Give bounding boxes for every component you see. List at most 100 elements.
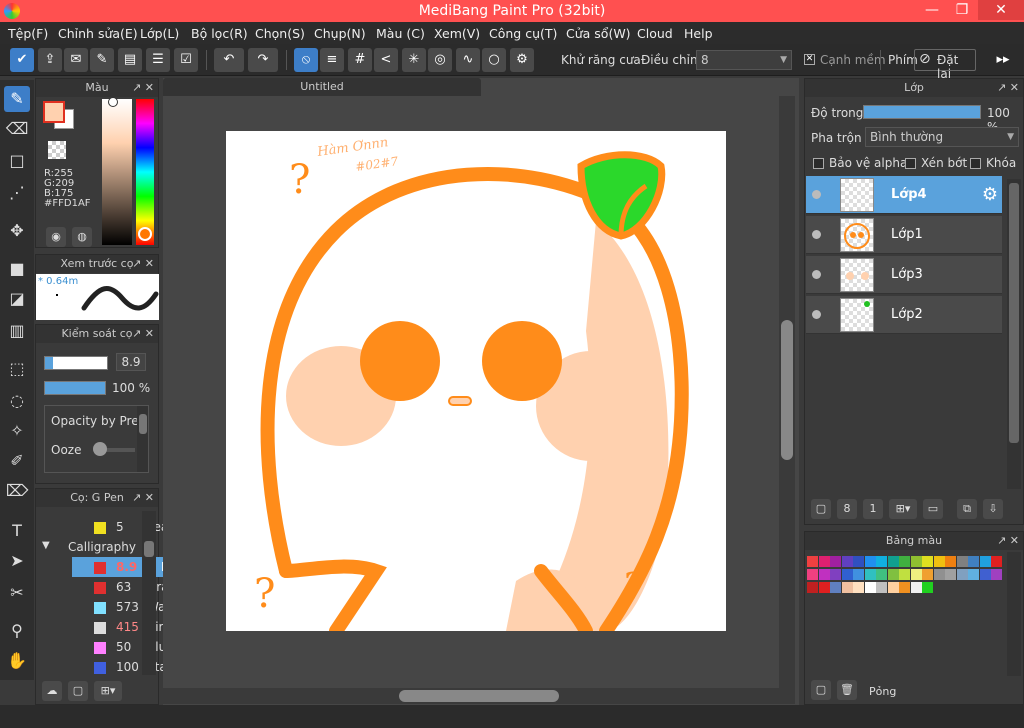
brush-size-slider[interactable] <box>44 356 108 370</box>
new-palette-icon[interactable]: ▢ <box>811 680 831 700</box>
maximize-button[interactable]: ❐ <box>948 0 976 20</box>
hue-handle[interactable] <box>138 227 152 241</box>
text-tool-icon[interactable]: T <box>4 518 30 544</box>
document-icon[interactable]: ▤ <box>118 48 142 72</box>
circle-snap-icon[interactable]: ○ <box>482 48 506 72</box>
palette-swatch[interactable] <box>807 556 818 567</box>
trash-icon[interactable]: 🗑 <box>837 680 857 700</box>
select-eraser-tool-icon[interactable]: ⌦ <box>4 478 30 504</box>
palette-swatch[interactable] <box>807 582 818 593</box>
cloud-save-icon[interactable]: ✔ <box>10 48 34 72</box>
divide-tool-icon[interactable]: ✂ <box>4 580 30 606</box>
palette-swatch[interactable] <box>841 556 853 567</box>
operation-tool-icon[interactable]: ➤ <box>4 548 30 574</box>
options-scrollbar[interactable] <box>137 406 148 472</box>
layer-scrollbar[interactable] <box>1007 179 1021 489</box>
color-wheel-icon[interactable]: ◍ <box>72 227 92 247</box>
palette-swatch[interactable] <box>807 569 818 580</box>
gradient-tool-icon[interactable]: ▥ <box>4 318 30 344</box>
eraser-tool-icon[interactable]: ⌫ <box>4 116 30 142</box>
palette-swatch[interactable] <box>899 556 910 567</box>
panel-controls-icon[interactable]: ↗ ✕ <box>997 79 1019 97</box>
dot-tool-icon[interactable]: ⋰ <box>4 180 30 206</box>
visibility-icon[interactable] <box>812 270 821 279</box>
menu-help[interactable]: Help <box>684 26 713 41</box>
fill-rect-tool-icon[interactable]: ■ <box>4 256 30 282</box>
panel-controls-icon[interactable]: ↗ ✕ <box>132 489 154 507</box>
menu-select[interactable]: Chọn(S) <box>255 26 305 41</box>
concentric-snap-icon[interactable]: ◎ <box>428 48 452 72</box>
blend-mode-combo[interactable]: Bình thường ▼ <box>865 127 1019 147</box>
layer-row-lop2[interactable]: Lớp2 <box>806 296 1002 334</box>
visibility-icon[interactable] <box>812 190 821 199</box>
palette-swatch[interactable] <box>991 569 1002 580</box>
palette-swatch[interactable] <box>899 582 910 593</box>
palette-swatch[interactable] <box>991 556 1002 567</box>
horizontal-scrollbar[interactable] <box>163 688 795 704</box>
parallel-snap-icon[interactable]: ≡ <box>320 48 344 72</box>
magic-wand-tool-icon[interactable]: ✧ <box>4 418 30 444</box>
palette-swatch[interactable] <box>864 569 876 580</box>
select-pen-tool-icon[interactable]: ✐ <box>4 448 30 474</box>
palette-swatch[interactable] <box>876 556 887 567</box>
adjust-combo[interactable]: 8 ▼ <box>696 50 792 70</box>
brush-size-value[interactable]: 8.9 <box>116 353 146 371</box>
grid-snap-icon[interactable]: # <box>348 48 372 72</box>
palette-swatch[interactable] <box>910 569 922 580</box>
palette-swatch[interactable] <box>830 582 841 593</box>
curve-snap-icon[interactable]: ∿ <box>456 48 480 72</box>
undo-icon[interactable]: ↶ <box>214 48 244 72</box>
palette-swatch[interactable] <box>841 569 853 580</box>
visibility-icon[interactable] <box>812 310 821 319</box>
protect-alpha-checkbox[interactable] <box>813 158 824 169</box>
brush-group-calligraphy[interactable]: ▼ Calligraphy [1 <box>38 537 138 557</box>
folder-icon[interactable]: ▭ <box>923 499 943 519</box>
panel-controls-icon[interactable]: ↗ ✕ <box>997 532 1019 550</box>
layer-row-lop3[interactable]: Lớp3 <box>806 256 1002 294</box>
add-brush-menu-icon[interactable]: ⊞▾ <box>94 681 122 701</box>
select-rect-tool-icon[interactable]: ⬚ <box>4 356 30 382</box>
menu-window[interactable]: Cửa sổ(W) <box>566 26 631 41</box>
brush-item[interactable]: 5 Lead <box>72 517 175 537</box>
palette-swatch[interactable] <box>933 569 945 580</box>
palette-swatch[interactable] <box>945 569 956 580</box>
minimize-button[interactable]: — <box>918 0 946 20</box>
checklist-icon[interactable]: ☑ <box>174 48 198 72</box>
radial-snap-icon[interactable]: ✳ <box>402 48 426 72</box>
palette-swatch[interactable] <box>956 556 968 567</box>
list-icon[interactable]: ☰ <box>146 48 170 72</box>
palette-swatch[interactable] <box>979 569 991 580</box>
upload-icon[interactable]: ⇪ <box>38 48 62 72</box>
message-icon[interactable]: ✎ <box>90 48 114 72</box>
new-brush-icon[interactable]: ▢ <box>68 681 88 701</box>
palette-swatch[interactable] <box>922 569 933 580</box>
collapse-icon[interactable]: ▼ <box>42 540 50 551</box>
add-layer-menu-icon[interactable]: ⊞▾ <box>889 499 917 519</box>
palette-swatch[interactable] <box>853 569 864 580</box>
brush-item[interactable]: 100 Star <box>72 657 172 677</box>
menu-color[interactable]: Màu (C) <box>376 26 425 41</box>
rectangle-tool-icon[interactable]: □ <box>4 148 30 174</box>
palette-swatch[interactable] <box>899 569 910 580</box>
soft-edge-checkbox[interactable]: ✕ <box>804 54 815 65</box>
palette-swatch[interactable] <box>979 556 991 567</box>
palette-swatch[interactable] <box>841 582 853 593</box>
palette-swatch[interactable] <box>968 569 979 580</box>
layer-row-lop1[interactable]: Lớp1 <box>806 216 1002 254</box>
duplicate-layer-icon[interactable]: ⧉ <box>957 499 977 519</box>
palette-swatch[interactable] <box>887 556 899 567</box>
menu-file[interactable]: Tệp(F) <box>8 26 48 41</box>
palette-swatch[interactable] <box>876 569 887 580</box>
document-tab[interactable]: Untitled <box>163 78 481 96</box>
brush-list-scrollbar[interactable] <box>142 511 156 675</box>
move-tool-icon[interactable]: ✥ <box>4 218 30 244</box>
vertical-scroll-thumb[interactable] <box>781 320 793 460</box>
palette-swatch[interactable] <box>830 556 841 567</box>
redo-icon[interactable]: ↷ <box>248 48 278 72</box>
horizontal-scroll-thumb[interactable] <box>399 690 559 702</box>
palette-icon[interactable]: ◉ <box>46 227 66 247</box>
vertical-scrollbar[interactable] <box>779 96 795 688</box>
hand-tool-icon[interactable]: ✋ <box>4 648 30 674</box>
eyedropper-tool-icon[interactable]: ⚲ <box>4 618 30 644</box>
palette-swatch[interactable] <box>933 556 945 567</box>
